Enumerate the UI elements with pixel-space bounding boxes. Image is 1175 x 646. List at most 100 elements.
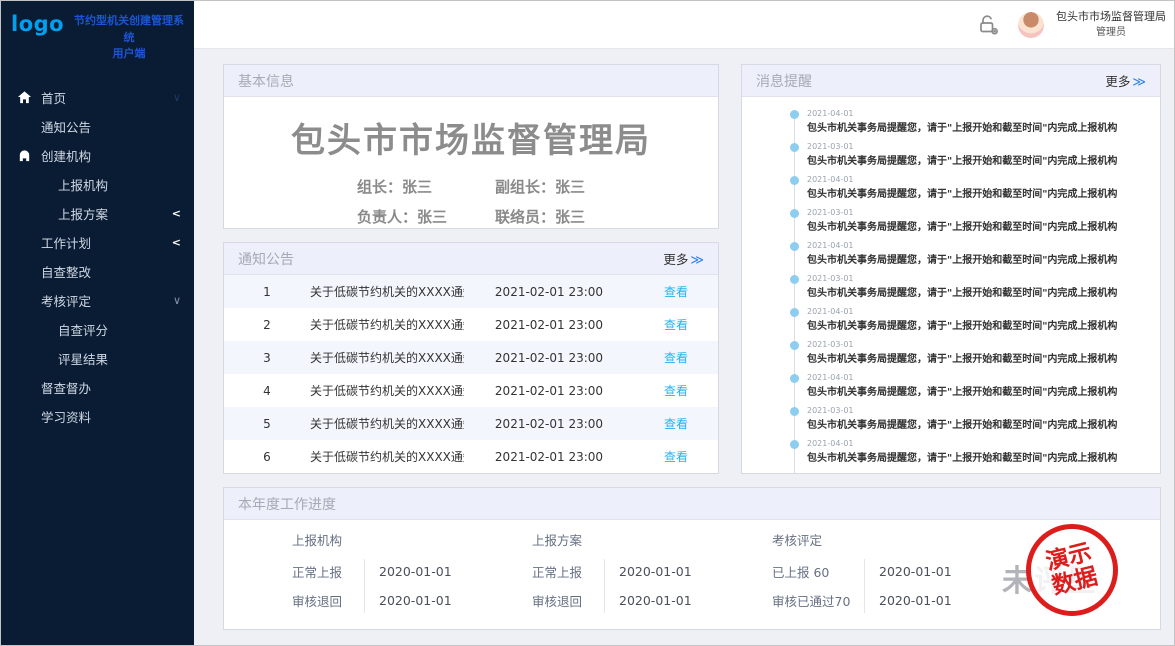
progress-label: 审核已通过70: [772, 586, 864, 615]
timeline-dot-icon: [790, 275, 799, 284]
sidebar-item-report-org[interactable]: 上报机构: [1, 170, 194, 199]
message-date: 2021-03-01: [807, 274, 1144, 284]
view-link[interactable]: 查看: [634, 415, 718, 432]
notice-time: 2021-02-01 23:00: [464, 450, 634, 464]
sidebar-item-label: 学习资料: [41, 407, 91, 426]
chevron-icon: <: [172, 207, 181, 220]
notice-time: 2021-02-01 23:00: [464, 285, 634, 299]
view-link[interactable]: 查看: [634, 349, 718, 366]
messages-more-link[interactable]: 更多≫: [1105, 71, 1146, 90]
basic-info-panel: 基本信息 包头市市场监督管理局 组长：张三 副组长：张三 负责人：张三 联络员：…: [223, 64, 719, 229]
sidebar-item-report-plan[interactable]: 上报方案 <: [1, 199, 194, 228]
app-logo: logo: [11, 13, 64, 36]
notice-number: 5: [224, 417, 310, 431]
message-date: 2021-04-01: [807, 175, 1144, 185]
progress-panel: 本年度工作进度 上报机构 正常上报 审核退回 2020-01-01: [223, 487, 1161, 630]
sidebar-item-label: 创建机构: [41, 146, 91, 165]
table-row: 3 关于低碳节约机关的XXXX通知 2021-02-01 23:00 查看: [224, 341, 718, 374]
message-date: 2021-04-01: [807, 109, 1144, 119]
message-date: 2021-03-01: [807, 208, 1144, 218]
progress-col-report-org: 上报机构 正常上报 审核退回 2020-01-01 2020-01-01: [292, 530, 532, 629]
sidebar-item-work-plan[interactable]: 工作计划 <: [1, 228, 194, 257]
message-item: 2021-03-01 包头市机关事务局提醒您，请于"上报开始和截至时间"内完成上…: [790, 274, 1144, 301]
sidebar-item-label: 自查评分: [58, 320, 108, 339]
view-link[interactable]: 查看: [634, 283, 718, 300]
sidebar-item-self-score[interactable]: 自查评分: [1, 315, 194, 344]
sidebar-item-label: 自查整改: [41, 262, 91, 281]
notice-title: 关于低碳节约机关的XXXX通知: [310, 283, 464, 300]
message-item: 2021-04-01 包头市机关事务局提醒您，请于"上报开始和截至时间"内完成上…: [790, 109, 1144, 136]
progress-value: 2020-01-01: [619, 557, 692, 586]
home-icon: [17, 90, 32, 105]
info-value: 张三: [402, 178, 432, 196]
message-item: 2021-03-01 包头市机关事务局提醒您，请于"上报开始和截至时间"内完成上…: [790, 472, 1144, 473]
sidebar-nav: 首页 ∨ 通知公告: [1, 73, 194, 431]
table-row: 6 关于低碳节约机关的XXXX通知 2021-02-01 23:00 查看: [224, 440, 718, 473]
sidebar-item-home[interactable]: 首页 ∨: [1, 83, 194, 112]
org-title: 包头市市场监督管理局: [224, 113, 718, 162]
timeline-dot-icon: [790, 176, 799, 185]
top-header: 包头市市场监督管理局 管理员: [194, 1, 1174, 49]
password-settings-icon[interactable]: [976, 14, 1000, 36]
app-window: logo 节约型机关创建管理系统 用户端 首页 ∨: [0, 0, 1175, 646]
progress-value: 2020-01-01: [619, 586, 692, 615]
table-row: 5 关于低碳节约机关的XXXX通知 2021-02-01 23:00 查看: [224, 407, 718, 440]
avatar[interactable]: [1018, 12, 1044, 38]
notices-more-link[interactable]: 更多≫: [663, 249, 704, 268]
info-value: 张三: [555, 208, 585, 226]
sidebar-item-label: 首页: [41, 88, 66, 107]
info-label: 负责人：: [357, 208, 417, 226]
progress-label: 正常上报: [532, 557, 604, 586]
info-field: 负责人：张三: [357, 206, 447, 227]
timeline-dot-icon: [790, 110, 799, 119]
sidebar-item-self-check[interactable]: 自查整改: [1, 257, 194, 286]
message-item: 2021-03-01 包头市机关事务局提醒您，请于"上报开始和截至时间"内完成上…: [790, 208, 1144, 235]
progress-col-assessment: 考核评定 已上报 60 审核已通过70 2020-01-01 2020-01-0…: [772, 530, 1012, 629]
notice-title: 关于低碳节约机关的XXXX通知: [310, 448, 464, 465]
progress-col-header: 上报方案: [532, 530, 772, 549]
notice-time: 2021-02-01 23:00: [464, 351, 634, 365]
messages-body: 2021-04-01 包头市机关事务局提醒您，请于"上报开始和截至时间"内完成上…: [742, 97, 1160, 473]
notices-header: 通知公告 更多≫: [224, 243, 718, 275]
notice-number: 1: [224, 285, 310, 299]
sidebar-item-star-result[interactable]: 评星结果: [1, 344, 194, 373]
notice-number: 4: [224, 384, 310, 398]
info-field: 副组长：张三: [495, 176, 585, 197]
progress-value: 2020-01-01: [879, 557, 952, 586]
basic-info-header: 基本信息: [224, 65, 718, 97]
message-item: 2021-03-01 包头市机关事务局提醒您，请于"上报开始和截至时间"内完成上…: [790, 340, 1144, 367]
system-title-line2: 用户端: [113, 46, 146, 63]
message-item: 2021-04-01 包头市机关事务局提醒您，请于"上报开始和截至时间"内完成上…: [790, 175, 1144, 202]
view-link[interactable]: 查看: [634, 382, 718, 399]
notice-time: 2021-02-01 23:00: [464, 384, 634, 398]
timeline-dot-icon: [790, 143, 799, 152]
sidebar-item-create-org[interactable]: 创建机构: [1, 141, 194, 170]
message-item: 2021-04-01 包头市机关事务局提醒您，请于"上报开始和截至时间"内完成上…: [790, 307, 1144, 334]
message-text: 包头市机关事务局提醒您，请于"上报开始和截至时间"内完成上报机构: [807, 254, 1144, 268]
sidebar-item-notices[interactable]: 通知公告: [1, 112, 194, 141]
basic-info-body: 包头市市场监督管理局 组长：张三 副组长：张三 负责人：张三 联络员：张三: [224, 97, 718, 228]
panel-title: 本年度工作进度: [238, 494, 336, 514]
progress-label: 正常上报: [292, 557, 364, 586]
building-icon: [17, 148, 32, 163]
message-date: 2021-03-01: [807, 406, 1144, 416]
timeline-dot-icon: [790, 308, 799, 317]
sidebar-item-assessment[interactable]: 考核评定 ∨: [1, 286, 194, 315]
notice-number: 3: [224, 351, 310, 365]
notices-panel: 通知公告 更多≫ 1 关于低碳节约机关的XXXX通知 2021-02-01 23…: [223, 242, 719, 474]
content-area: 包头市市场监督管理局 管理员 基本信息 包头市市场监督管理局 组长：张三: [194, 1, 1174, 645]
message-text: 包头市机关事务局提醒您，请于"上报开始和截至时间"内完成上报机构: [807, 287, 1144, 301]
panel-title: 基本信息: [238, 71, 294, 91]
brand: logo 节约型机关创建管理系统 用户端: [1, 1, 194, 73]
view-link[interactable]: 查看: [634, 448, 718, 465]
view-link[interactable]: 查看: [634, 316, 718, 333]
notice-title: 关于低碳节约机关的XXXX通知: [310, 382, 464, 399]
progress-value: 2020-01-01: [379, 586, 452, 615]
progress-body: 上报机构 正常上报 审核退回 2020-01-01 2020-01-01: [224, 520, 1160, 629]
user-info: 包头市市场监督管理局 管理员: [1056, 9, 1166, 41]
timeline-dot-icon: [790, 341, 799, 350]
timeline-dot-icon: [790, 407, 799, 416]
sidebar-item-supervision[interactable]: 督查督办: [1, 373, 194, 402]
sidebar-item-study-material[interactable]: 学习资料: [1, 402, 194, 431]
sidebar-item-label: 工作计划: [41, 233, 91, 252]
